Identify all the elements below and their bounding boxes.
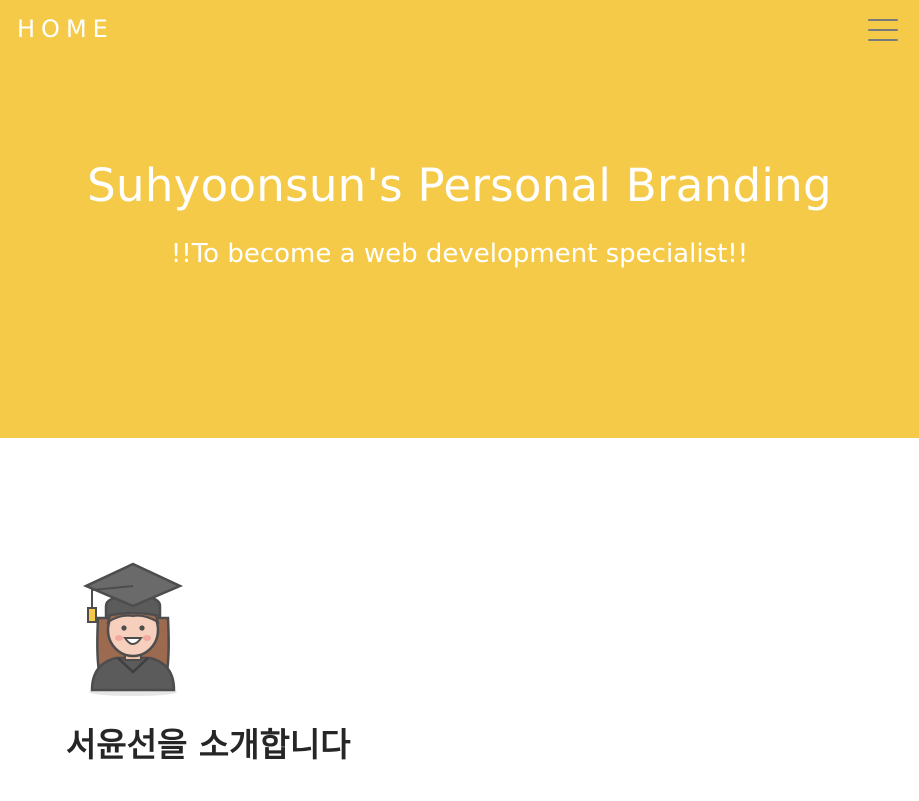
hero-title: Suhyoonsun's Personal Branding — [87, 159, 832, 212]
menu-bar — [868, 39, 898, 41]
hamburger-menu-icon[interactable] — [866, 17, 900, 43]
intro-heading: 서윤선을 소개합니다 — [66, 725, 351, 764]
menu-bar — [868, 29, 898, 31]
home-link[interactable]: HOME — [17, 14, 114, 44]
hero-subtitle: !!To become a web development specialist… — [170, 239, 749, 269]
graduate-woman-icon — [78, 560, 186, 700]
hero-section: HOME Suhyoonsun's Personal Branding !!To… — [0, 0, 919, 438]
menu-bar — [868, 19, 898, 21]
